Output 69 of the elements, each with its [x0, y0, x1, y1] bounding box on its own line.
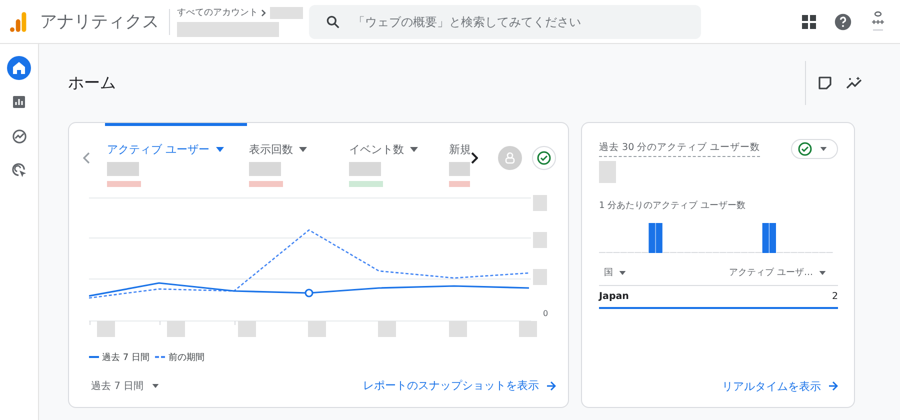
status-dropdown[interactable]	[791, 139, 838, 159]
home-icon	[12, 61, 26, 75]
product-name: アナリティクス	[40, 11, 159, 33]
help-icon[interactable]	[834, 12, 852, 30]
redacted-property	[270, 6, 303, 18]
data-point-marker	[304, 288, 314, 298]
redacted-date-label	[308, 321, 326, 338]
caret-icon	[299, 147, 307, 152]
axis-tick-label: 0	[543, 309, 548, 318]
check-circle-icon	[798, 142, 812, 156]
chevron-right-icon[interactable]	[470, 152, 478, 164]
metric-tab[interactable]: 表示回数	[247, 123, 347, 194]
check-circle-icon	[537, 151, 551, 166]
column-header[interactable]: 国	[604, 266, 626, 279]
caret-icon	[820, 147, 827, 151]
metric-label: 表示回数	[249, 142, 347, 157]
redacted-value	[107, 162, 139, 176]
redacted-date-label	[238, 321, 256, 338]
table-cell: Japan	[599, 291, 629, 302]
caret-icon	[819, 270, 826, 274]
redacted-tick	[533, 232, 547, 248]
metric-tab[interactable]: アクティブ ユーザー	[105, 123, 247, 194]
legend-label: 過去 7 日間	[102, 352, 150, 364]
metric-label: イベント数	[349, 142, 447, 157]
explore-chart-icon	[12, 128, 26, 144]
bar-chart-icon	[12, 95, 26, 109]
chart-subtitle: 1 分あたりのアクティブ ユーザー数	[599, 200, 746, 212]
chevron-left-icon[interactable]	[83, 152, 91, 164]
page-title: ホーム	[68, 72, 116, 94]
caret-icon	[152, 384, 159, 388]
date-range-dropdown[interactable]: 過去 7 日間	[91, 378, 159, 393]
solid-line-swatch-icon	[89, 356, 99, 360]
caret-icon	[619, 270, 626, 274]
redacted-date-label	[167, 321, 186, 338]
target-cursor-icon	[12, 162, 26, 178]
redacted-value	[249, 162, 281, 176]
caret-icon	[410, 147, 418, 152]
metric-label: アクティブ ユーザー	[107, 142, 247, 157]
redacted-value	[599, 161, 616, 183]
redacted-date-label	[518, 321, 537, 338]
redacted-date-label	[378, 321, 396, 338]
search-field[interactable]: 「ウェブの概要」と検索してみてください	[309, 4, 701, 38]
home-nav-button[interactable]	[7, 56, 31, 80]
legend-label: 前の期間	[168, 352, 204, 364]
apps-grid-icon[interactable]	[802, 14, 816, 28]
redacted-date-label	[448, 321, 467, 338]
redacted-change	[107, 181, 141, 187]
redacted-tick	[533, 195, 547, 212]
chevron-right-icon	[261, 8, 267, 16]
caret-icon	[216, 147, 224, 152]
realtime-link[interactable]: リアルタイムを表示	[722, 378, 838, 394]
note-icon[interactable]	[818, 76, 832, 90]
realtime-title: 過去 30 分のアクティブ ユーザー数	[599, 141, 760, 157]
arrow-right-icon	[546, 380, 556, 391]
metric-tab[interactable]: イベント数	[347, 123, 447, 194]
redacted-change	[349, 181, 383, 187]
report-snapshot-link[interactable]: レポートのスナップショットを表示	[363, 378, 556, 394]
redacted-value	[349, 162, 381, 176]
dashed-line-swatch-icon	[155, 356, 166, 360]
breadcrumb-link[interactable]: すべてのアカウント	[177, 6, 258, 19]
column-header[interactable]: アクティブ ユーザ…	[729, 266, 826, 279]
sparkle-trend-icon[interactable]	[846, 76, 864, 90]
analytics-logo-icon	[10, 10, 28, 32]
table-cell: 2	[832, 291, 838, 302]
redacted-tick	[533, 269, 547, 286]
redacted-change	[249, 181, 283, 187]
arrow-right-icon	[828, 381, 838, 391]
status-button[interactable]	[532, 146, 556, 170]
redacted-date-label	[97, 321, 115, 338]
